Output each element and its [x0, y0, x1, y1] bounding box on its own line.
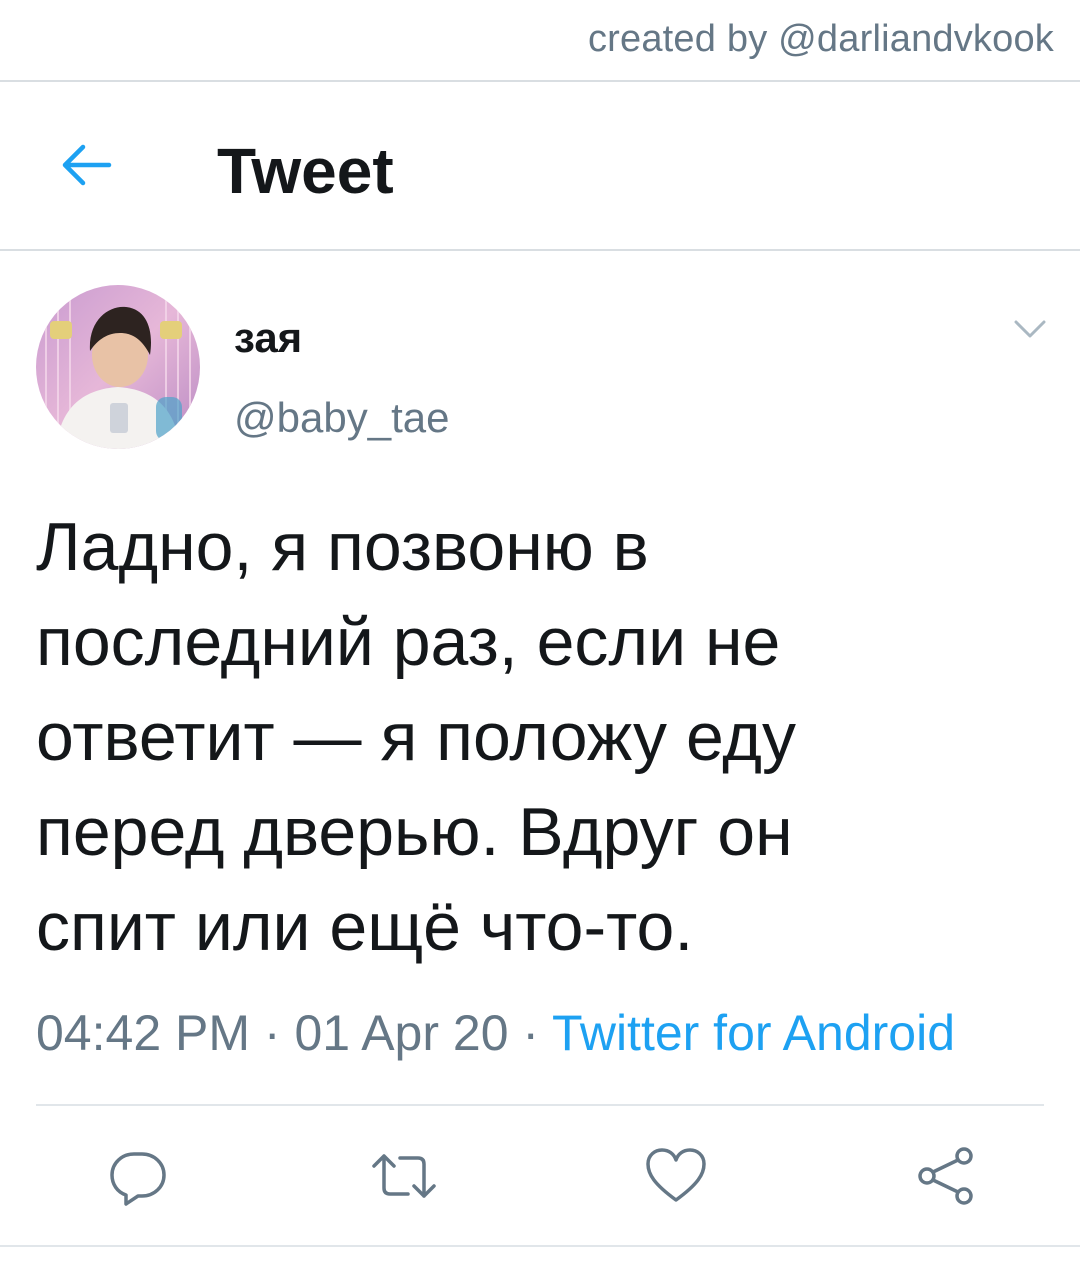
retweet-button[interactable] [368, 1140, 440, 1212]
meta-separator: · [250, 1005, 295, 1061]
like-button[interactable] [640, 1140, 712, 1212]
tweet-source-link[interactable]: Twitter for Android [552, 1005, 955, 1061]
back-button[interactable] [55, 137, 115, 193]
tweet-metadata: 04:42 PM · 01 Apr 20 · Twitter for Andro… [36, 1004, 955, 1062]
like-icon [646, 1148, 706, 1202]
chevron-down-icon [1014, 320, 1046, 338]
avatar[interactable] [36, 285, 200, 449]
tweet-options-button[interactable] [1010, 312, 1050, 346]
tweet-text-line: последний раз, если не [36, 604, 781, 680]
share-button[interactable] [910, 1140, 982, 1212]
author-handle[interactable]: @baby_tae [234, 394, 449, 442]
divider [0, 1245, 1080, 1247]
share-icon [918, 1147, 973, 1205]
tweet-text: Ладно, я позвоню в последний раз, если н… [36, 500, 1046, 975]
tweet-text-line: перед дверью. Вдруг он [36, 794, 793, 870]
tweet-text-line: спит или ещё что-то. [36, 889, 694, 965]
reply-button[interactable] [102, 1140, 174, 1212]
divider [36, 1104, 1044, 1106]
watermark-credit: created by @darliandvkook [587, 18, 1054, 60]
tweet-time: 04:42 PM [36, 1005, 251, 1061]
meta-separator: · [508, 1005, 553, 1061]
tweet-text-line: Ладно, я позвоню в [36, 509, 649, 585]
arrow-left-icon [62, 144, 112, 186]
avatar-image [36, 285, 200, 449]
tweet-text-line: ответит — я положу еду [36, 699, 796, 775]
reply-icon [110, 1152, 166, 1206]
author-display-name[interactable]: зая [234, 314, 302, 362]
divider [0, 249, 1080, 251]
page-title: Tweet [217, 135, 394, 207]
tweet-date: 01 Apr 20 [294, 1005, 509, 1061]
top-app-bar: Tweet [0, 82, 1080, 248]
retweet-icon [372, 1154, 436, 1198]
